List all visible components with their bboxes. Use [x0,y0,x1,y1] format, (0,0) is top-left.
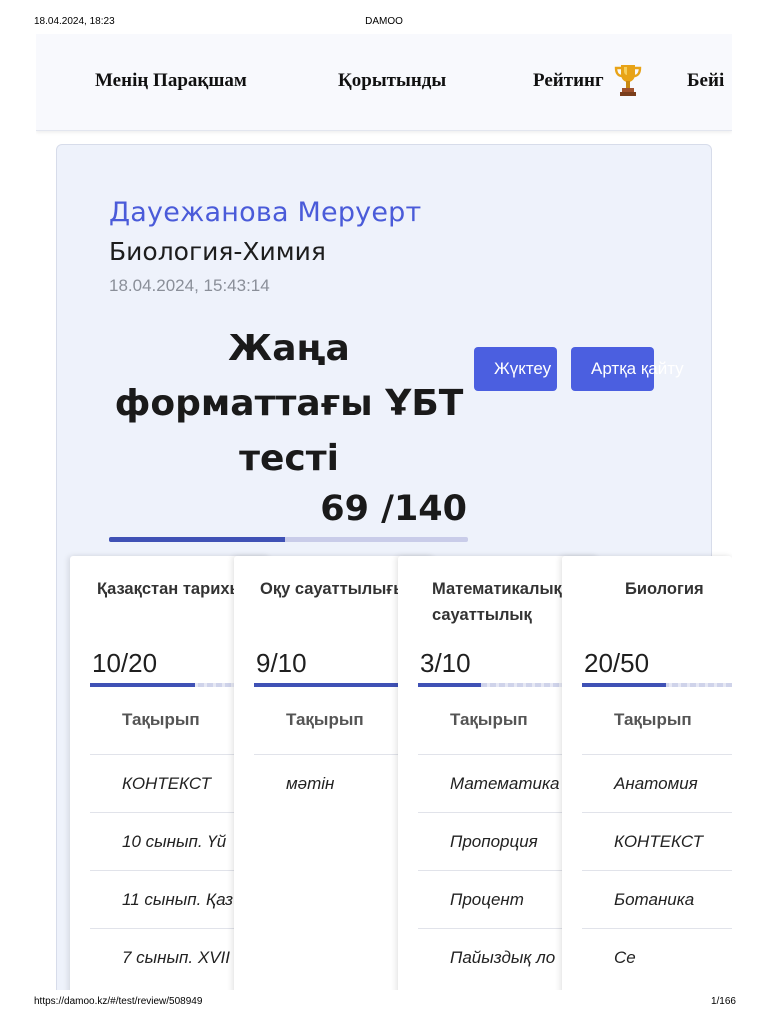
subject-progress-fill [90,683,195,687]
test-datetime: 18.04.2024, 15:43:14 [109,276,270,295]
subject-score: 20/50 [584,648,650,678]
print-page-number: 1/166 [710,996,736,1007]
print-header: 18.04.2024, 18:23 DAMOO [0,16,768,30]
total-progress-bar [109,537,468,542]
topic-column-header: Тақырып [122,710,200,729]
subject-pair: Биология-Химия [109,237,326,266]
print-footer: https://damoo.kz/#/test/review/508949 1/… [0,996,768,1010]
test-title: Жаңа форматтағы ҰБТ тесті [114,328,464,479]
subject-title: Биология [625,580,704,598]
topic-row: Анатомия [582,754,732,812]
student-name: Дауежанова Меруерт [109,197,422,228]
topic-row: Се [582,928,732,986]
total-score: 69 /140 [320,489,467,529]
topic-row: Ботаника [582,870,732,928]
topic-row: КОНТЕКСТ [582,812,732,870]
subject-score: 10/20 [92,648,158,678]
page: Менің Парақшам Қорытынды Рейтинг Бейі Да… [36,34,732,990]
nav-results[interactable]: Қорытынды [338,70,446,92]
subject-progress-fill [582,683,666,687]
top-navbar: Менің Парақшам Қорытынды Рейтинг Бейі [36,34,732,131]
print-url: https://damoo.kz/#/test/review/508949 [34,996,203,1007]
subject-progress-fill [418,683,481,687]
topic-column-header: Тақырып [286,710,364,729]
subject-card-biology: Биология 20/50 Тақырып Анатомия КОНТЕКСТ… [562,556,732,990]
subject-score: 3/10 [420,648,471,678]
nav-my-page[interactable]: Менің Парақшам [95,70,247,92]
topic-column-header: Тақырып [450,710,528,729]
total-progress-fill [109,537,285,542]
trophy-icon [614,62,642,98]
nav-badges[interactable]: Бейі [687,70,724,92]
back-button[interactable]: Артқа қайту [571,347,684,391]
subject-progress-bar [582,683,732,687]
nav-rating[interactable]: Рейтинг [533,70,604,92]
download-button[interactable]: Жүктеу [474,347,557,391]
topic-column-header: Тақырып [614,710,692,729]
subject-score: 9/10 [256,648,307,678]
print-title: DAMOO [365,16,403,27]
